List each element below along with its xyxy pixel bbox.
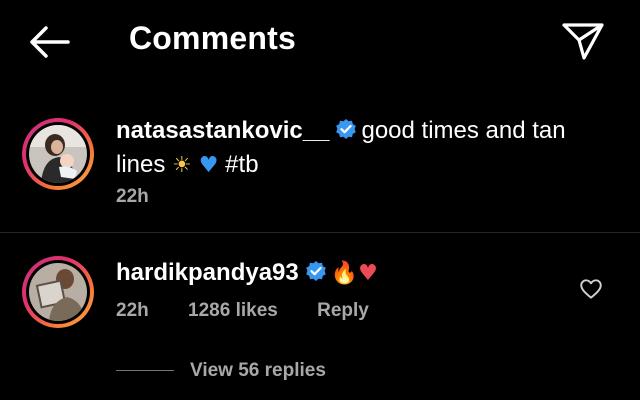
comment-username[interactable]: hardikpandya93 — [116, 259, 299, 286]
caption-timestamp: 22h — [116, 186, 149, 207]
replies-divider — [116, 370, 174, 372]
avatar[interactable] — [22, 256, 94, 328]
post-caption: natasastankovic__ good times and tan lin… — [0, 100, 640, 230]
arrow-left-icon — [30, 26, 70, 58]
heart-outline-icon — [580, 279, 602, 299]
back-button[interactable] — [26, 22, 72, 62]
like-button[interactable] — [578, 276, 604, 302]
paper-plane-icon — [562, 23, 604, 60]
reply-button[interactable]: Reply — [317, 300, 369, 321]
comment-emojis: 🔥♥ — [330, 261, 378, 286]
avatar[interactable] — [22, 118, 94, 190]
share-button[interactable] — [560, 20, 606, 62]
like-count[interactable]: 1286 likes — [188, 300, 278, 321]
view-replies-link[interactable]: View 56 replies — [116, 360, 326, 382]
profile-photo — [29, 125, 87, 183]
page-title: Comments — [129, 20, 296, 56]
caption-emojis: ☀ ♥ — [172, 153, 219, 178]
divider — [0, 232, 640, 233]
top-bar: Comments — [0, 0, 640, 84]
view-replies-label: View 56 replies — [190, 360, 326, 381]
comment-timestamp: 22h — [116, 300, 149, 321]
comment-row: hardikpandya93 🔥♥ 22h 1286 likes Reply — [0, 250, 640, 350]
hashtag-link[interactable]: #tb — [225, 151, 258, 178]
verified-badge-icon — [305, 261, 326, 281]
profile-photo — [29, 263, 87, 321]
verified-badge-icon — [336, 119, 357, 139]
caption-username[interactable]: natasastankovic__ — [116, 117, 329, 144]
